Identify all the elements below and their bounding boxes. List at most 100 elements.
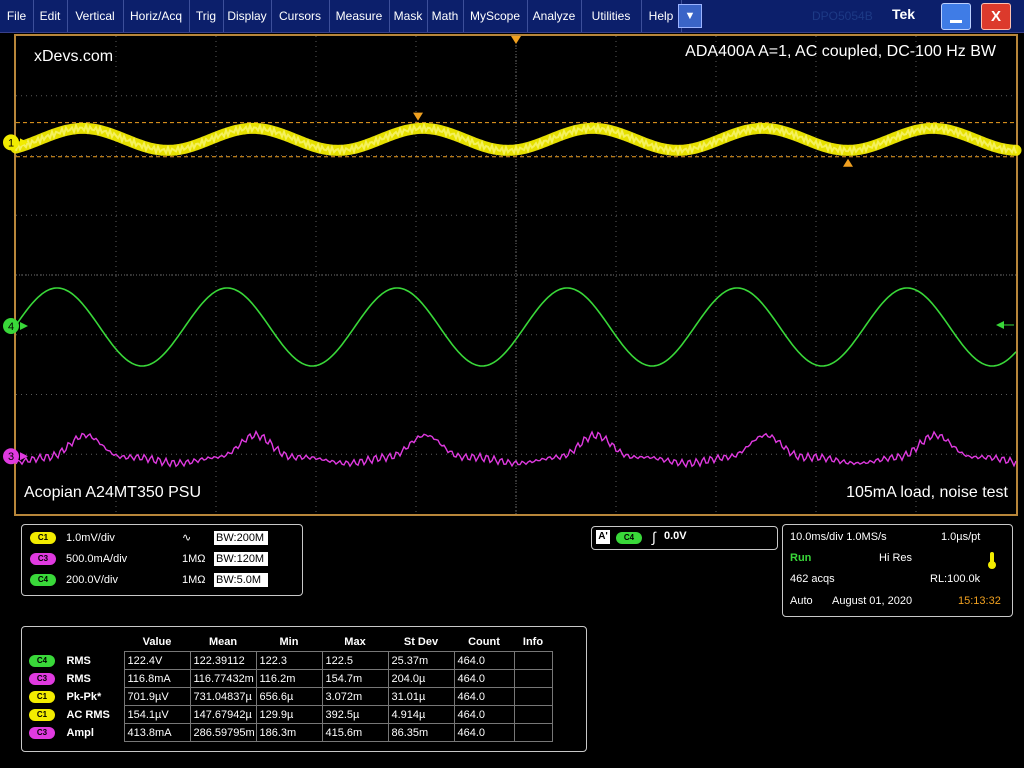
column-header: Info	[522, 636, 544, 648]
measurement-min: 186.3m	[255, 723, 323, 742]
measurement-info	[513, 687, 553, 706]
measurement-count: 464.0	[453, 723, 515, 742]
load-label: 105mA load, noise test	[846, 484, 1008, 501]
channel-impedance: 1MΩ	[182, 553, 206, 565]
channel-scale: 500.0mA/div	[66, 553, 128, 565]
channel-scale: 200.0V/div	[66, 574, 118, 586]
channel-badge[interactable]: C1	[30, 532, 56, 544]
measurement-max: 3.072m	[321, 687, 389, 706]
measurement-row[interactable]: C4 RMS 122.4V 122.39112 122.3 122.5 25.37m 464.…	[26, 651, 553, 670]
column-header: Count	[468, 636, 500, 648]
measurement-min: 656.6µ	[255, 687, 323, 706]
measurement-mean: 286.59795m	[189, 723, 257, 742]
measurement-row[interactable]: C1 Pk-Pk* 701.9µV 731.04837µ 656.6µ 3.072m 31.…	[26, 687, 553, 706]
measurement-max: 415.6m	[321, 723, 389, 742]
measurement-min: 122.3	[255, 651, 323, 670]
measurement-stdev: 31.01µ	[387, 687, 455, 706]
measurement-stdev: 204.0µ	[387, 669, 455, 688]
measurement-max: 154.7m	[321, 669, 389, 688]
measurement-type: AC RMS	[66, 708, 110, 721]
trigger-panel[interactable]: A' C4 ∫ 0.0V	[591, 526, 778, 550]
thermometer-bulb-icon	[988, 561, 996, 569]
run-state: Run	[790, 552, 812, 564]
measurement-row[interactable]: C3 RMS 116.8mA 116.77432m 116.2m 154.7m 204.0µ…	[26, 669, 553, 688]
measurement-source-badge: C1	[29, 690, 55, 703]
measurement-type: Pk-Pk*	[66, 690, 102, 703]
bandwidth-prefix: BW:	[216, 532, 237, 544]
trigger-mode: Auto	[790, 595, 813, 607]
measurement-table: Value Mean Min Max St Dev Count Info C4 RMS 122.…	[26, 633, 553, 742]
ch4-marker-label: 4	[8, 321, 14, 333]
bandwidth-limit[interactable]: BW:120M	[214, 552, 268, 566]
bandwidth-value: 5.0M	[236, 574, 262, 586]
coupling-icon: ∿	[182, 532, 192, 544]
measurement-info	[513, 705, 553, 724]
measurement-source-badge: C4	[29, 654, 55, 667]
cursor-marker-1[interactable]	[413, 112, 423, 121]
measurement-info	[513, 651, 553, 670]
channel-badge[interactable]: C3	[30, 553, 56, 565]
trigger-mode-icon: A'	[596, 530, 610, 544]
record-length: RL:100.0k	[930, 573, 981, 585]
measurement-max: 392.5µ	[321, 705, 389, 724]
bandwidth-value: 200M	[236, 532, 265, 544]
column-header: St Dev	[403, 636, 439, 648]
measurement-value: 116.8mA	[123, 669, 191, 688]
measurement-source-badge: C3	[29, 726, 55, 739]
measurement-value: 701.9µV	[123, 687, 191, 706]
measurement-source-badge: C1	[29, 708, 55, 721]
column-header: Value	[142, 636, 172, 648]
measurement-max: 122.5	[321, 651, 389, 670]
waveform-canvas: 1 4 3	[3, 36, 1022, 514]
bandwidth-limit[interactable]: BW:200M	[214, 531, 268, 545]
measurement-count: 464.0	[453, 651, 515, 670]
channel-panel[interactable]: C1 1.0mV/div ∿ BW:200M C3 500.0mA/div 1MΩ BW:12…	[21, 524, 303, 596]
measurement-info	[513, 669, 553, 688]
measurement-stdev: 4.914µ	[387, 705, 455, 724]
trigger-position-marker[interactable]	[511, 36, 521, 44]
measurement-stdev: 25.37m	[387, 651, 455, 670]
measurement-min: 129.9µ	[255, 705, 323, 724]
acq-count: 462 acqs	[790, 573, 835, 585]
acquisition-panel[interactable]: 10.0ms/div 1.0MS/s 1.0µs/pt Run Hi Res 4…	[782, 524, 1013, 617]
clock-time: 15:13:32	[958, 595, 1001, 607]
timebase: 10.0ms/div 1.0MS/s	[790, 531, 887, 543]
measurement-count: 464.0	[453, 669, 515, 688]
trigger-level: 0.0V	[664, 530, 687, 542]
probe-note-label: ADA400A A=1, AC coupled, DC-100 Hz BW	[685, 43, 996, 60]
measurement-mean: 116.77432m	[189, 669, 257, 688]
bandwidth-prefix: BW:	[216, 574, 237, 586]
measurement-mean: 147.67942µ	[189, 705, 257, 724]
bandwidth-prefix: BW:	[216, 553, 237, 565]
channel-badge[interactable]: C4	[30, 574, 56, 586]
date: August 01, 2020	[832, 595, 913, 607]
ch1-marker-label: 1	[8, 137, 14, 149]
measurement-stdev: 86.35m	[387, 723, 455, 742]
column-header: Min	[279, 636, 299, 648]
measurement-value: 154.1µV	[123, 705, 191, 724]
header-blank	[26, 633, 124, 652]
measurement-panel[interactable]: Value Mean Min Max St Dev Count Info C4 RMS 122.…	[21, 626, 587, 752]
acq-mode: Hi Res	[879, 552, 913, 564]
measurement-count: 464.0	[453, 687, 515, 706]
device-label: Acopian A24MT350 PSU	[24, 484, 201, 501]
trigger-level-arrow-icon[interactable]	[996, 320, 1004, 329]
measurement-row[interactable]: C3 Ampl 413.8mA 286.59795m 186.3m 415.6m 86.35…	[26, 723, 553, 742]
column-header: Max	[344, 636, 366, 648]
cursor-marker-2[interactable]	[843, 158, 853, 167]
measurement-mean: 122.39112	[189, 651, 257, 670]
measurement-source-badge: C3	[29, 672, 55, 685]
time-per-point: 1.0µs/pt	[941, 531, 981, 543]
ch4-marker-arrow-icon	[20, 321, 28, 330]
channel-scale: 1.0mV/div	[66, 532, 115, 544]
measurement-count: 464.0	[453, 705, 515, 724]
measurement-info	[513, 723, 553, 742]
bandwidth-limit[interactable]: BW:5.0M	[214, 573, 268, 587]
trigger-slope-icon: ∫	[652, 529, 656, 545]
trigger-source-badge: C4	[616, 532, 642, 544]
measurement-row[interactable]: C1 AC RMS 154.1µV 147.67942µ 129.9µ 392.5µ 4.9…	[26, 705, 553, 724]
measurement-type: RMS	[66, 672, 91, 685]
bandwidth-value: 120M	[236, 553, 265, 565]
measurement-type: Ampl	[66, 726, 94, 739]
measurement-type: RMS	[66, 654, 91, 667]
